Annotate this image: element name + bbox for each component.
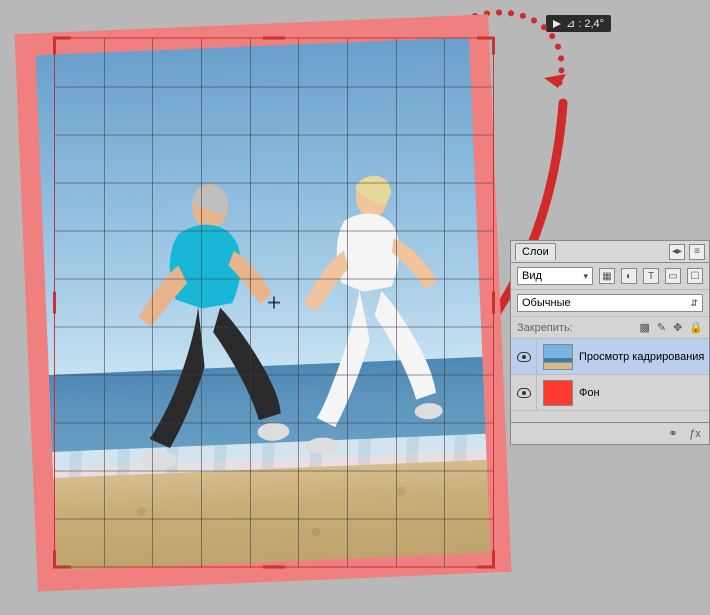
crop-handle-bl[interactable]	[53, 551, 71, 569]
tab-layers-label: Слои	[522, 246, 549, 258]
layers-list: Просмотр кадрирования Фон	[511, 339, 709, 422]
filter-shape-icon[interactable]: ▭	[665, 268, 681, 284]
layer-name: Просмотр кадрирования	[579, 351, 704, 363]
lock-transparency-icon[interactable]: ▩	[639, 321, 649, 334]
layer-type-dropdown[interactable]: Вид ▾	[517, 267, 593, 285]
layer-thumbnail[interactable]	[543, 380, 573, 406]
eye-icon	[517, 388, 531, 398]
layer-visibility-toggle[interactable]	[511, 375, 537, 410]
layer-row[interactable]: Фон	[511, 375, 709, 411]
layer-fx-icon[interactable]: ƒx	[687, 426, 703, 442]
panel-tab-bar: Слои ◂▸ ≡	[511, 241, 709, 263]
lock-pixels-icon[interactable]: ✎	[657, 321, 666, 334]
document-canvas[interactable]	[15, 14, 512, 591]
lock-row: Закрепить: ▩ ✎ ✥ 🔒	[511, 317, 709, 339]
blend-mode-value: Обычные	[522, 297, 571, 309]
panel-menu-icon[interactable]: ≡	[689, 244, 705, 260]
lock-all-icon[interactable]: 🔒	[689, 321, 703, 334]
lock-position-icon[interactable]: ✥	[673, 321, 682, 334]
filter-smart-icon[interactable]: ☐	[687, 268, 703, 284]
filter-image-icon[interactable]: ▦	[599, 268, 615, 284]
crop-handle-bottom[interactable]	[263, 566, 285, 569]
rotation-angle-value: ⊿ : 2,4°	[566, 17, 604, 30]
layer-type-value: Вид	[522, 270, 542, 282]
blend-mode-row: Обычные ⇵	[511, 290, 709, 317]
crop-handle-right[interactable]	[492, 292, 495, 314]
tab-layers[interactable]: Слои	[515, 243, 556, 260]
blend-mode-dropdown[interactable]: Обычные ⇵	[517, 294, 703, 312]
crop-frame[interactable]	[54, 38, 494, 568]
crop-handle-br[interactable]	[477, 551, 495, 569]
layer-thumbnail[interactable]	[543, 344, 573, 370]
layers-panel: Слои ◂▸ ≡ Вид ▾ ▦ ◐ T ▭ ☐ Обычные ⇵ Закр…	[510, 240, 710, 445]
crop-center-icon[interactable]	[268, 297, 280, 309]
angle-icon	[553, 20, 561, 28]
layer-name: Фон	[579, 387, 600, 399]
layer-filter-row: Вид ▾ ▦ ◐ T ▭ ☐	[511, 263, 709, 290]
link-layers-icon[interactable]: ⚭	[665, 426, 681, 442]
lock-label: Закрепить:	[517, 322, 573, 334]
filter-adjust-icon[interactable]: ◐	[621, 268, 637, 284]
crop-handle-top[interactable]	[263, 37, 285, 40]
rotation-angle-tooltip: ⊿ : 2,4°	[546, 15, 611, 32]
crop-handle-left[interactable]	[53, 292, 56, 314]
eye-icon	[517, 352, 531, 362]
chevron-down-icon: ▾	[583, 271, 588, 282]
panel-collapse-icon[interactable]: ◂▸	[669, 244, 685, 260]
chevron-updown-icon: ⇵	[690, 298, 698, 309]
crop-handle-tr[interactable]	[477, 37, 495, 55]
crop-handle-tl[interactable]	[53, 37, 71, 55]
panel-footer: ⚭ ƒx	[511, 422, 709, 444]
layer-row[interactable]: Просмотр кадрирования	[511, 339, 709, 375]
filter-type-icon[interactable]: T	[643, 268, 659, 284]
layer-visibility-toggle[interactable]	[511, 339, 537, 374]
